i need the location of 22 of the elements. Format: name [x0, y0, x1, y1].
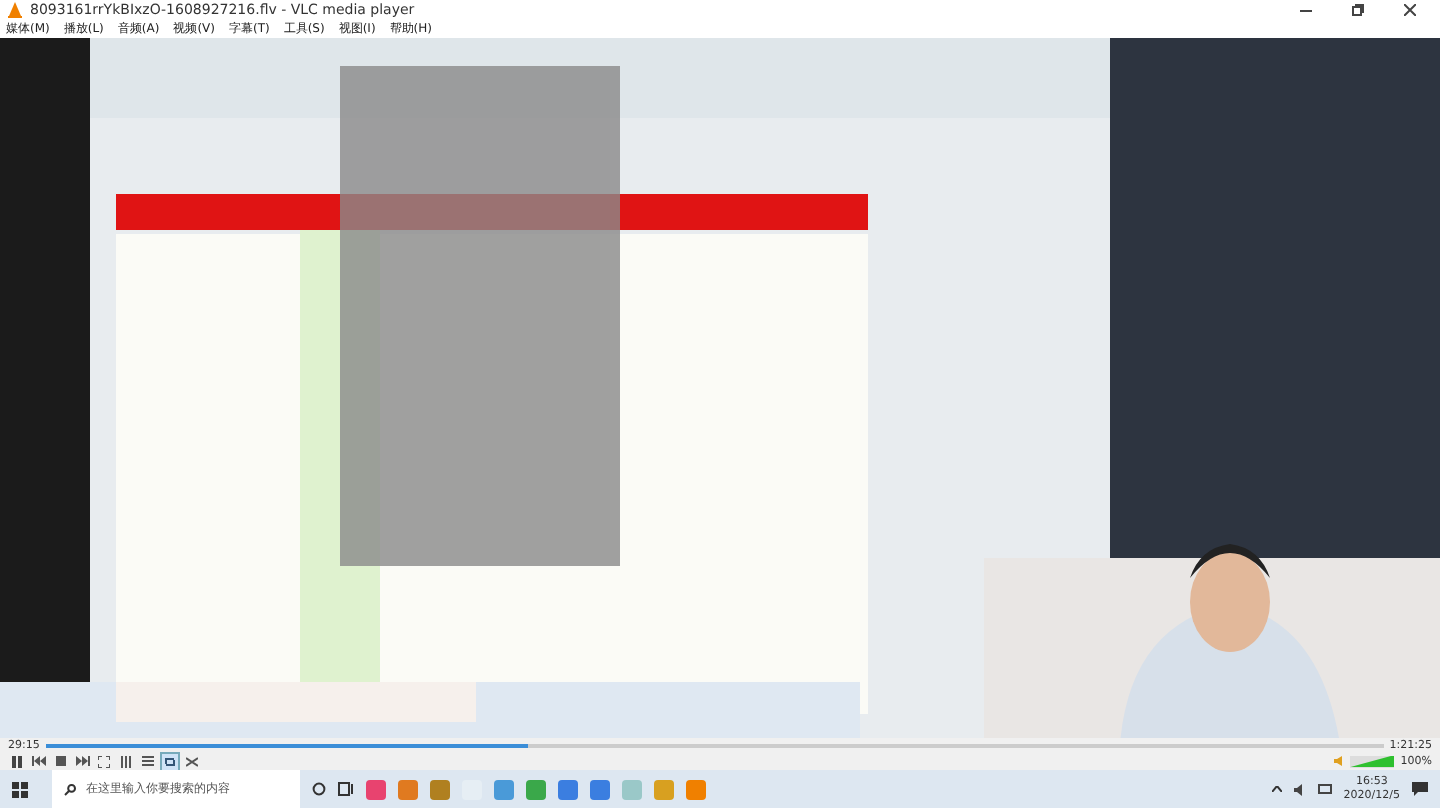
next-button[interactable] — [74, 753, 90, 769]
stop-button[interactable] — [52, 753, 68, 769]
volume-slider[interactable] — [1350, 755, 1395, 767]
search-icon[interactable] — [64, 783, 76, 795]
speaker-icon — [1334, 756, 1345, 766]
notification-icon[interactable] — [1412, 782, 1428, 796]
circle-icon[interactable] — [312, 782, 326, 796]
minimize-icon[interactable] — [1300, 9, 1312, 11]
caret-up-icon[interactable] — [1271, 786, 1282, 792]
pause-button[interactable] — [8, 753, 24, 769]
playlist-button[interactable] — [140, 753, 156, 769]
cone-icon — [8, 2, 22, 18]
task-view-icon[interactable] — [338, 782, 354, 796]
loop-button[interactable] — [162, 753, 178, 769]
previous-button[interactable] — [30, 753, 46, 769]
restore-icon[interactable] — [1352, 4, 1364, 16]
shuffle-button[interactable] — [184, 753, 200, 769]
windows-start-icon[interactable] — [12, 781, 28, 797]
equalizer-button[interactable] — [118, 753, 134, 769]
close-icon[interactable] — [1404, 4, 1416, 16]
fullscreen-button[interactable] — [96, 753, 112, 769]
speaker-icon[interactable] — [1293, 783, 1306, 795]
